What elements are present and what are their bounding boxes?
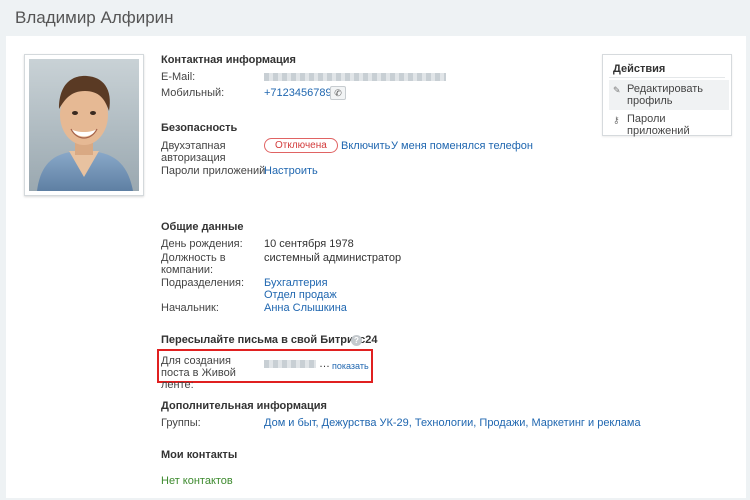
post-email-ellipsis: …	[319, 358, 330, 370]
twofa-label: Двухэтапная авторизация	[161, 140, 226, 164]
phone-changed-link[interactable]: У меня поменялся телефон	[391, 140, 533, 152]
mobile-phone-link[interactable]: +71234567890	[264, 87, 338, 99]
key-icon: ⚷	[613, 115, 620, 125]
contacts-section-title: Мои контакты	[161, 449, 238, 461]
position-label: Должность в компании:	[161, 252, 226, 276]
forward-section-title: Пересылайте письма в свой Битрикс24	[161, 334, 378, 346]
post-email-label: Для создания поста в Живой ленте:	[161, 355, 236, 391]
extra-section-title: Дополнительная информация	[161, 400, 327, 412]
show-email-link[interactable]: показать	[332, 360, 369, 372]
phone-icon: ✆	[334, 88, 342, 98]
edit-profile-action[interactable]: ✎ Редактировать профиль	[609, 80, 729, 110]
avatar	[24, 54, 144, 196]
profile-card: Контактная информация E-Mail: Мобильный:…	[6, 36, 746, 498]
phone-call-button[interactable]: ✆	[330, 86, 346, 100]
position-value: системный администратор	[264, 252, 402, 264]
security-section-title: Безопасность	[161, 122, 238, 134]
pencil-icon: ✎	[613, 85, 621, 95]
twofa-status-badge: Отключена	[264, 138, 338, 153]
avatar-photo	[29, 59, 139, 191]
edit-profile-label: Редактировать профиль	[627, 83, 703, 107]
manager-label: Начальник:	[161, 302, 219, 314]
email-value-masked	[264, 73, 446, 81]
enable-twofa-link[interactable]: Включить	[341, 140, 390, 152]
departments-label: Подразделения:	[161, 277, 245, 289]
groups-label: Группы:	[161, 417, 201, 429]
birthday-label: День рождения:	[161, 238, 243, 250]
actions-panel: Действия ✎ Редактировать профиль ⚷ Парол…	[602, 54, 732, 137]
contact-section-title: Контактная информация	[161, 54, 296, 66]
app-passwords-action-label: Пароли приложений	[627, 113, 690, 137]
app-passwords-action[interactable]: ⚷ Пароли приложений	[609, 110, 729, 140]
actions-title: Действия	[613, 63, 666, 75]
general-section-title: Общие данные	[161, 221, 244, 233]
app-passwords-label: Пароли приложений	[161, 165, 266, 177]
department-link[interactable]: Отдел продаж	[264, 289, 337, 301]
email-label: E-Mail:	[161, 71, 196, 83]
page-title: Владимир Алфирин	[15, 8, 174, 27]
post-email-masked	[264, 360, 316, 368]
mobile-label: Мобильный:	[161, 87, 225, 99]
birthday-value: 10 сентября 1978	[264, 238, 354, 250]
help-icon[interactable]: ?	[351, 335, 362, 346]
department-link[interactable]: Бухгалтерия	[264, 277, 328, 289]
groups-links[interactable]: Дом и быт, Дежурства УК-29, Технологии, …	[264, 417, 641, 429]
actions-divider	[609, 77, 725, 78]
configure-app-passwords-link[interactable]: Настроить	[264, 165, 318, 177]
no-contacts-text: Нет контактов	[161, 475, 233, 487]
manager-link[interactable]: Анна Слышкина	[264, 302, 347, 314]
